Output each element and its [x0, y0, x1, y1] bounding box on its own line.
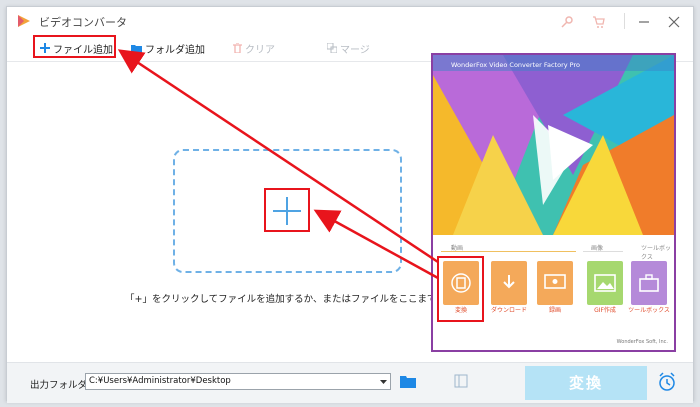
arrow-to-add-file: [117, 49, 439, 264]
annotation-arrows: [117, 49, 439, 280]
